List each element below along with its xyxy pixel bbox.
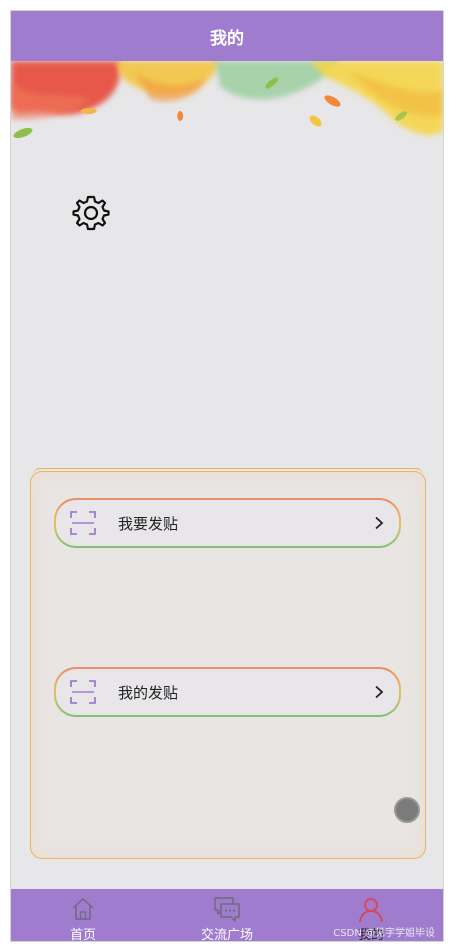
tab-home[interactable]: 首页 [11,889,155,942]
chat-bubbles-icon [214,897,240,922]
watermark: CSDN @见字学姐毕设 [333,928,435,939]
menu-card: 我要发贴 我的发贴 [30,468,426,859]
scan-icon [70,680,96,704]
my-posts-button[interactable]: 我的发贴 [54,667,401,717]
tab-forum-label: 交流广场 [200,928,253,942]
tab-forum[interactable]: 交流广场 [155,889,299,942]
my-posts-button-inner: 我的发贴 [56,669,399,715]
post-create-label: 我要发贴 [118,514,179,533]
scan-icon [70,511,96,535]
settings-gear-icon[interactable] [69,191,113,235]
my-posts-label: 我的发贴 [118,683,179,702]
home-icon [72,898,94,920]
floating-action-button[interactable] [394,797,420,823]
post-create-button-inner: 我要发贴 [56,500,399,546]
page-header: 我的 [11,11,443,61]
watercolor-banner [11,61,443,171]
chevron-right-icon [375,516,384,530]
user-icon [359,898,383,923]
page-title: 我的 [210,28,244,49]
phone-frame: 我的 我要发贴 我的发贴 首页 交流广场 我的 CSDN @见字学姐毕设 [10,10,444,942]
post-create-button[interactable]: 我要发贴 [54,498,401,548]
tab-home-label: 首页 [69,928,96,942]
chevron-right-icon [375,685,384,699]
